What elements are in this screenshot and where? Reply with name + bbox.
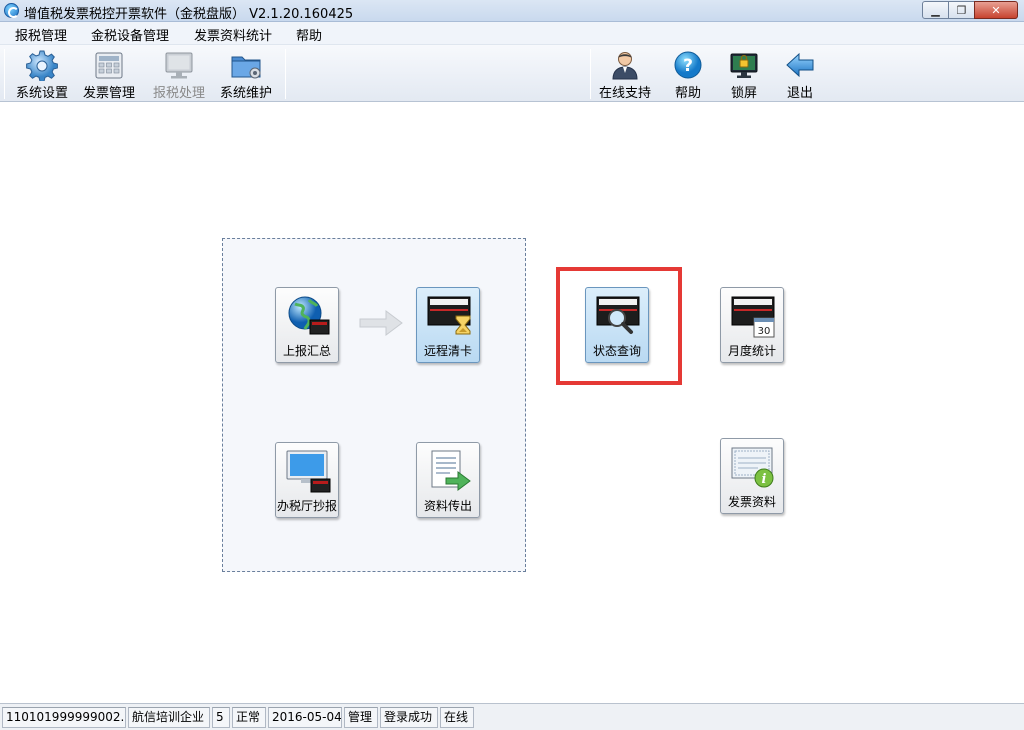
data-export-button[interactable]: 资料传出 [416, 442, 480, 518]
invoice-info-icon: i [731, 447, 774, 488]
tax-hall-report-button[interactable]: 办税厅抄报 [275, 442, 339, 518]
workflow-arrow-icon [359, 310, 403, 336]
online-support-button[interactable]: 在线支持 [592, 47, 658, 101]
status-device-state: 正常 [232, 707, 266, 728]
calculator-icon [95, 52, 123, 79]
exit-label: 退出 [786, 86, 813, 101]
system-settings-button[interactable]: 系统设置 [9, 47, 75, 101]
svg-text:?: ? [683, 56, 693, 76]
question-icon: ? [674, 51, 702, 79]
status-online: 在线 [440, 707, 474, 728]
system-maintenance-label: 系统维护 [219, 86, 272, 101]
exit-arrow-icon [786, 52, 814, 78]
tax-hall-report-label: 办税厅抄报 [276, 499, 337, 513]
svg-text:i: i [762, 472, 767, 487]
window-controls: ▁ ❐ ✕ [922, 1, 1018, 19]
globe-card-icon [288, 296, 330, 335]
report-summary-label: 上报汇总 [282, 344, 331, 358]
monitor-card-icon [286, 450, 331, 493]
toolbar: 系统设置 发票管理 报税处理 系统维护 在线支持 ? 帮助 锁屏 退出 [0, 45, 1024, 102]
restore-button[interactable]: ❐ [948, 1, 975, 19]
data-export-label: 资料传出 [423, 499, 472, 513]
status-user-role: 管理 [344, 707, 378, 728]
app-logo-icon [4, 3, 19, 18]
toolbar-separator-right [590, 49, 591, 99]
toolbar-grip [4, 49, 5, 99]
menu-invoice-statistics[interactable]: 发票资料统计 [194, 25, 272, 44]
window-title: 增值税发票税控开票软件（金税盘版） V2.1.20.160425 [24, 7, 354, 22]
system-maintenance-button[interactable]: 系统维护 [213, 47, 279, 101]
remote-clear-card-label: 远程清卡 [423, 344, 472, 358]
tax-processing-button[interactable]: 报税处理 [146, 47, 212, 101]
online-support-label: 在线支持 [598, 86, 651, 101]
status-bar: 110101999999002.0 航信培训企业 5 正常 2016-05-04… [0, 703, 1024, 730]
card-calendar-icon: 30 [731, 296, 775, 338]
menu-help[interactable]: 帮助 [296, 25, 322, 44]
menu-tax-management[interactable]: 报税管理 [15, 25, 67, 44]
menu-tax-device-management[interactable]: 金税设备管理 [91, 25, 169, 44]
tax-workflow-group [222, 238, 526, 572]
remote-clear-card-button[interactable]: 远程清卡 [416, 287, 480, 363]
calendar-day: 30 [758, 326, 771, 337]
invoice-data-label: 发票资料 [727, 495, 776, 509]
invoice-data-button[interactable]: i 发票资料 [720, 438, 784, 514]
minimize-button[interactable]: ▁ [922, 1, 949, 19]
report-summary-button[interactable]: 上报汇总 [275, 287, 339, 363]
status-login: 登录成功 [380, 707, 438, 728]
status-date: 2016-05-04 [268, 707, 342, 728]
lock-screen-icon [730, 53, 758, 78]
close-button[interactable]: ✕ [974, 1, 1018, 19]
tax-processing-label: 报税处理 [152, 86, 205, 101]
document-arrow-icon [431, 450, 471, 491]
status-tax-number: 110101999999002.0 [2, 707, 126, 728]
main-panel: 上报汇总 远程清卡 办税厅抄报 资料传出 状态查询 30 月度统计 i 发票资料 [0, 103, 1024, 703]
monthly-statistics-button[interactable]: 30 月度统计 [720, 287, 784, 363]
toolbar-separator [285, 49, 286, 99]
highlight-box [556, 267, 682, 385]
exit-button[interactable]: 退出 [767, 47, 833, 101]
status-device-number: 5 [212, 707, 230, 728]
gear-icon [26, 50, 58, 81]
title-bar: 增值税发票税控开票软件（金税盘版） V2.1.20.160425 ▁ ❐ ✕ [0, 0, 1024, 22]
invoice-management-label: 发票管理 [82, 86, 135, 101]
folder-gear-icon [231, 56, 261, 79]
invoice-management-button[interactable]: 发票管理 [76, 47, 142, 101]
menu-bar: 报税管理 金税设备管理 发票资料统计 帮助 [0, 22, 1024, 45]
person-icon [612, 52, 638, 80]
system-settings-label: 系统设置 [15, 86, 68, 101]
status-company-name: 航信培训企业 [128, 707, 210, 728]
monthly-statistics-label: 月度统计 [727, 344, 776, 358]
monitor-icon [165, 52, 193, 79]
card-hourglass-icon [427, 296, 471, 335]
